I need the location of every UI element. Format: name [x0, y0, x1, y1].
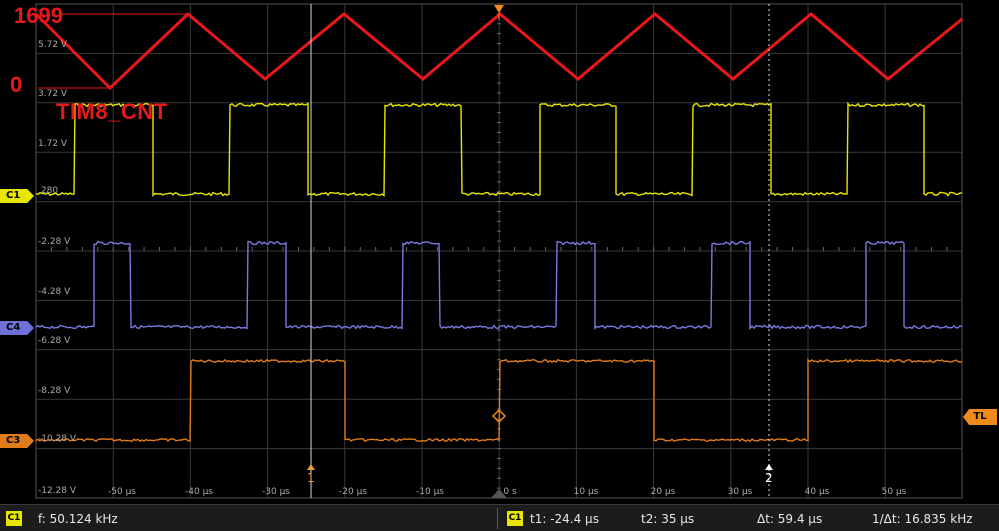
cursor-1-marker [307, 464, 315, 470]
time-label: -10 µs [416, 487, 444, 497]
voltage-label: 5.72 V [38, 40, 68, 50]
voltage-label: -8.28 V [38, 386, 71, 396]
trigger-level-handle[interactable]: TL [963, 409, 997, 425]
time-label: -20 µs [339, 487, 367, 497]
voltage-label: 1.72 V [38, 139, 68, 149]
cursor-t2-readout: t2: 35 µs [641, 512, 695, 526]
cursor-channel-badge[interactable]: C1 [507, 511, 523, 526]
voltage-label: -10.28 V [38, 434, 77, 444]
status-bar: C1 f: 50.124 kHz C1 t1: -24.4 µs t2: 35 … [0, 504, 999, 531]
time-label: -40 µs [185, 487, 213, 497]
voltage-label: -4.28 V [38, 287, 71, 297]
time-label: 10 µs [573, 487, 599, 497]
counter-signal-name: TIM8_CNT [56, 99, 168, 124]
voltage-label: -2.28 V [38, 237, 71, 247]
status-divider [497, 508, 498, 529]
frequency-channel-badge[interactable]: C1 [6, 511, 22, 526]
time-label: 20 µs [650, 487, 676, 497]
time-label: 30 µs [727, 487, 753, 497]
voltage-label: -6.28 V [38, 336, 71, 346]
waveform-display[interactable] [0, 0, 999, 531]
counter-max-label: 1699 [14, 3, 63, 28]
cursor-1-label[interactable]: 1 [307, 471, 315, 485]
channel-c1-tag[interactable]: C1 [0, 189, 34, 203]
cursor-delta-readout: Δt: 59.4 µs [757, 512, 823, 526]
voltage-label: 3.72 V [38, 89, 68, 99]
time-label: -50 µs [108, 487, 136, 497]
counter-min-label: 0 [10, 72, 23, 97]
time-label: 50 µs [881, 487, 907, 497]
cursor-inverse-delta-readout: 1/Δt: 16.835 kHz [872, 512, 973, 526]
time-label: 40 µs [804, 487, 830, 497]
voltage-label: .280 [38, 186, 59, 196]
frequency-readout: f: 50.124 kHz [38, 512, 118, 526]
channel-c3-tag[interactable]: C3 [0, 434, 34, 448]
channel-c4-tag[interactable]: C4 [0, 321, 34, 335]
voltage-label: -12.28 V [38, 486, 77, 496]
trigger-position-marker [494, 5, 504, 13]
cursor-t1-readout: t1: -24.4 µs [530, 512, 599, 526]
time-label: -30 µs [262, 487, 290, 497]
cursor-2-label[interactable]: 2 [765, 471, 773, 485]
time-label: 0 s [503, 487, 517, 497]
cursor-2-marker [765, 464, 773, 470]
